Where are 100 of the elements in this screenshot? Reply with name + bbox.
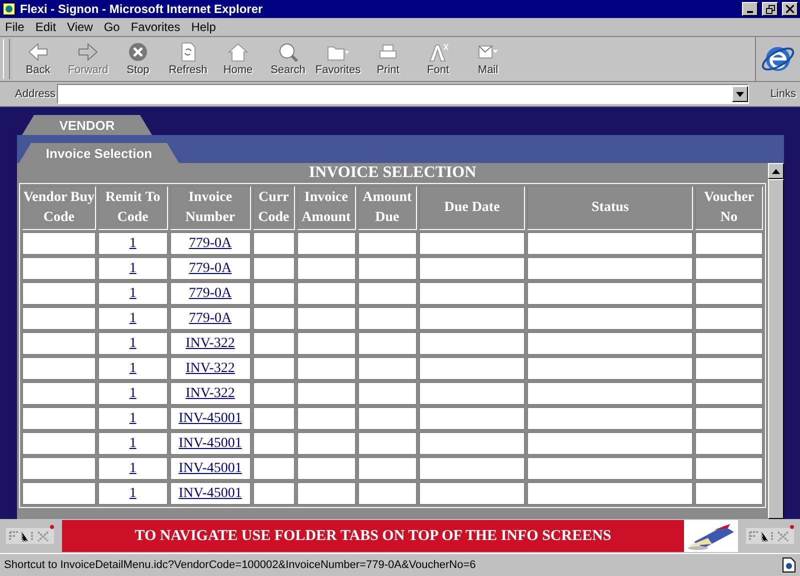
window-title: Flexi - Signon - Microsoft Internet Explorer — [20, 2, 264, 16]
remit-code-link[interactable]: 1 — [129, 460, 136, 476]
table-cell — [694, 457, 763, 480]
toolbar-button[interactable]: Print — [363, 39, 413, 79]
remit-code-link[interactable]: 1 — [129, 486, 136, 500]
table-cell — [252, 482, 295, 505]
table-cell — [252, 407, 295, 430]
magnifier-icon — [277, 42, 299, 62]
table-cell — [358, 482, 417, 505]
menu-item[interactable]: Edit — [30, 20, 62, 34]
menu-item[interactable]: File — [0, 20, 30, 34]
menu-item[interactable]: Favorites — [126, 20, 186, 34]
remit-code-link[interactable]: 1 — [129, 286, 136, 300]
table-cell — [296, 382, 356, 405]
remit-code-link[interactable]: 1 — [129, 236, 136, 250]
table-cell — [296, 432, 356, 455]
remit-code-link[interactable]: 1 — [129, 360, 136, 376]
invoice-number-link[interactable]: INV-45001 — [178, 460, 242, 476]
toolbar-button[interactable]: Refresh — [163, 39, 213, 79]
invoice-number-link[interactable]: 779-0A — [188, 236, 232, 250]
invoice-number-link[interactable]: 779-0A — [188, 310, 232, 326]
table-cell — [296, 282, 356, 305]
remit-code-link[interactable]: 1 — [129, 336, 136, 350]
table-cell — [252, 282, 295, 305]
table-cell — [296, 407, 356, 430]
dropdown-button[interactable] — [732, 86, 748, 102]
restore-icon — [766, 4, 774, 14]
remit-code-link[interactable]: 1 — [129, 386, 136, 400]
address-field[interactable] — [57, 84, 750, 104]
table-cell — [358, 357, 417, 380]
back-arrow-icon — [27, 42, 49, 62]
table-cell — [694, 257, 763, 280]
toolbar-button[interactable]: Mail — [463, 39, 513, 79]
links-button[interactable]: Links — [766, 88, 800, 100]
remit-code-link[interactable]: 1 — [129, 310, 136, 326]
column-header: Invoice Amount — [296, 186, 356, 230]
minimize-button[interactable] — [742, 2, 758, 16]
table-cell — [252, 432, 295, 455]
toolbar-button[interactable]: Search — [263, 39, 313, 79]
table-cell — [694, 482, 763, 505]
table-cell — [252, 357, 295, 380]
toolbar-button[interactable]: Font — [413, 39, 463, 79]
menu-item[interactable]: Go — [98, 20, 126, 34]
home-icon — [227, 42, 249, 62]
column-header: Amount Due — [358, 186, 417, 230]
column-header: Curr Code — [252, 186, 295, 230]
table-cell — [252, 457, 295, 480]
table-cell — [252, 232, 295, 255]
remit-code-link[interactable]: 1 — [129, 436, 136, 450]
close-icon — [786, 5, 794, 13]
menu-item[interactable]: View — [62, 20, 99, 34]
invoice-number-link[interactable]: INV-45001 — [178, 486, 242, 500]
table-title: INVOICE SELECTION — [308, 163, 478, 183]
column-header: Voucher No — [694, 186, 763, 230]
table-cell — [358, 432, 417, 455]
status-text: Shortcut to InvoiceDetailMenu.idc?VendorCode=100002&InvoiceNumber=779-0A&VoucherNo=6 — [4, 559, 477, 571]
close-button[interactable] — [782, 2, 798, 16]
table-cell — [296, 332, 356, 355]
toolbar-button[interactable]: Favorites — [313, 39, 363, 79]
font-icon — [427, 42, 449, 62]
toolbar-grip[interactable] — [3, 39, 10, 79]
vertical-scrollbar[interactable] — [768, 163, 784, 519]
stop-icon — [127, 42, 149, 62]
restore-button[interactable] — [762, 2, 778, 16]
invoice-number-link[interactable]: INV-322 — [186, 386, 235, 400]
table-cell — [358, 257, 417, 280]
table-cell — [694, 307, 763, 330]
invoice-number-link[interactable]: INV-322 — [186, 336, 235, 350]
toolbar-button[interactable]: Stop — [113, 39, 163, 79]
table-cell — [694, 357, 763, 380]
scroll-up-icon — [772, 168, 780, 174]
table-cell — [358, 382, 417, 405]
table-cell — [358, 232, 417, 255]
invoice-number-link[interactable]: INV-322 — [186, 360, 235, 376]
column-header: Vendor Buy Code — [22, 186, 96, 230]
toolbar-button[interactable]: Back — [13, 39, 63, 79]
table-cell — [252, 257, 295, 280]
invoice-number-link[interactable]: INV-45001 — [178, 410, 242, 426]
remit-code-link[interactable]: 1 — [129, 260, 136, 276]
invoice-number-link[interactable]: INV-45001 — [178, 436, 242, 450]
address-label: Address — [15, 88, 56, 100]
invoice-number-link[interactable]: 779-0A — [188, 286, 232, 300]
table-cell — [358, 332, 417, 355]
caret-icon — [736, 92, 744, 96]
column-header: Invoice Number — [170, 186, 251, 230]
table-cell — [694, 232, 763, 255]
table-cell — [694, 282, 763, 305]
table-cell — [252, 382, 295, 405]
table-cell — [358, 457, 417, 480]
menu-item[interactable]: Help — [186, 20, 222, 34]
invoice-number-link[interactable]: 779-0A — [188, 260, 232, 276]
table-cell — [358, 282, 417, 305]
table-cell — [296, 457, 356, 480]
table-cell — [694, 432, 763, 455]
table-cell — [694, 332, 763, 355]
table-cell — [296, 257, 356, 280]
page-icon — [782, 557, 796, 573]
table-cell — [694, 382, 763, 405]
remit-code-link[interactable]: 1 — [129, 410, 136, 426]
toolbar-button[interactable]: Home — [213, 39, 263, 79]
